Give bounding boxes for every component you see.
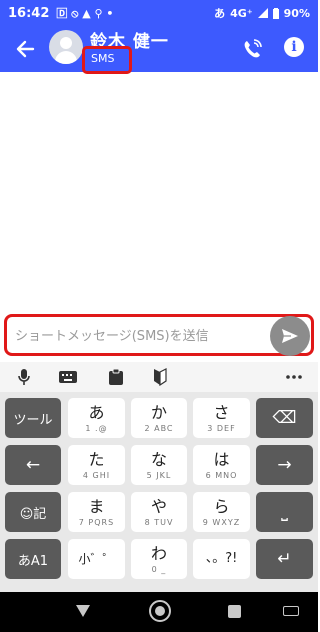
tool-key[interactable]: ツール [5,398,61,438]
input-mode-indicator: あ [214,7,226,20]
nav-back-icon[interactable] [76,605,90,617]
battery-icon [272,7,279,19]
clipboard-icon[interactable] [106,367,126,387]
nav-home-icon[interactable] [149,600,171,622]
nav-recents-icon[interactable] [228,605,241,618]
more-icon[interactable] [284,367,304,387]
japanese-flick-keyboard: ツール あ1 .@ か2 ABC さ3 DEF ⌫ ← た4 GHI な5 JK… [0,392,318,592]
backspace-key[interactable]: ⌫ [256,398,313,438]
arrow-right-icon: → [277,455,292,475]
key-na[interactable]: な5 JKL [131,445,187,485]
key-ya[interactable]: や8 TUV [131,492,187,532]
battery-percent: 90% [283,6,310,20]
keyboard-icon[interactable] [58,367,78,387]
key-a[interactable]: あ1 .@ [68,398,125,438]
enter-icon: ↵ [277,549,292,569]
microphone-icon[interactable] [14,367,34,387]
input-mode-key[interactable]: あA1 [5,539,61,579]
emoji-symbol-key[interactable]: ☺記 [5,492,61,532]
compose-area [4,314,314,356]
nav-keyboard-switch-icon[interactable] [283,606,299,616]
key-ha[interactable]: は6 MNO [193,445,250,485]
cursor-right-key[interactable]: → [256,445,313,485]
key-ma[interactable]: ま7 PQRS [68,492,125,532]
notification-icons: 🄳 ⦸ ▲ ⚲ • [56,7,114,20]
key-punctuation[interactable]: 、。?! [193,539,250,579]
key-sa[interactable]: さ3 DEF [193,398,250,438]
key-wa[interactable]: わ0 _ [131,539,187,579]
key-ra[interactable]: ら9 WXYZ [193,492,250,532]
cursor-left-key[interactable]: ← [5,445,61,485]
key-dakuten-small[interactable]: 小゛゜ [68,539,125,579]
space-key[interactable]: ⎵ [256,492,313,532]
status-time: 16:42 [8,5,50,21]
info-icon[interactable]: i [284,37,304,57]
backspace-icon: ⌫ [272,408,297,428]
send-icon [282,329,298,343]
arrow-left-icon: ← [25,455,41,475]
space-icon: ⎵ [281,502,288,522]
enter-key[interactable]: ↵ [256,539,313,579]
back-arrow-icon[interactable] [12,36,38,62]
beginner-mark-icon[interactable] [150,367,170,387]
message-input[interactable] [15,324,265,348]
sms-channel-label: SMS [91,52,115,65]
signal-icon [257,8,268,18]
key-ka[interactable]: か2 ABC [131,398,187,438]
key-ta[interactable]: た4 GHI [68,445,125,485]
app-header: 鈴木 健一 SMS i [0,26,318,74]
phone-call-icon[interactable] [240,37,264,61]
send-button[interactable] [270,316,310,356]
status-bar: 16:42 🄳 ⦸ ▲ ⚲ • あ 4G⁺ 90% [0,0,318,26]
system-nav-bar [0,592,318,632]
network-indicator: 4G⁺ [230,6,253,20]
keyboard-toolbar [0,362,318,392]
contact-avatar[interactable] [49,30,83,64]
